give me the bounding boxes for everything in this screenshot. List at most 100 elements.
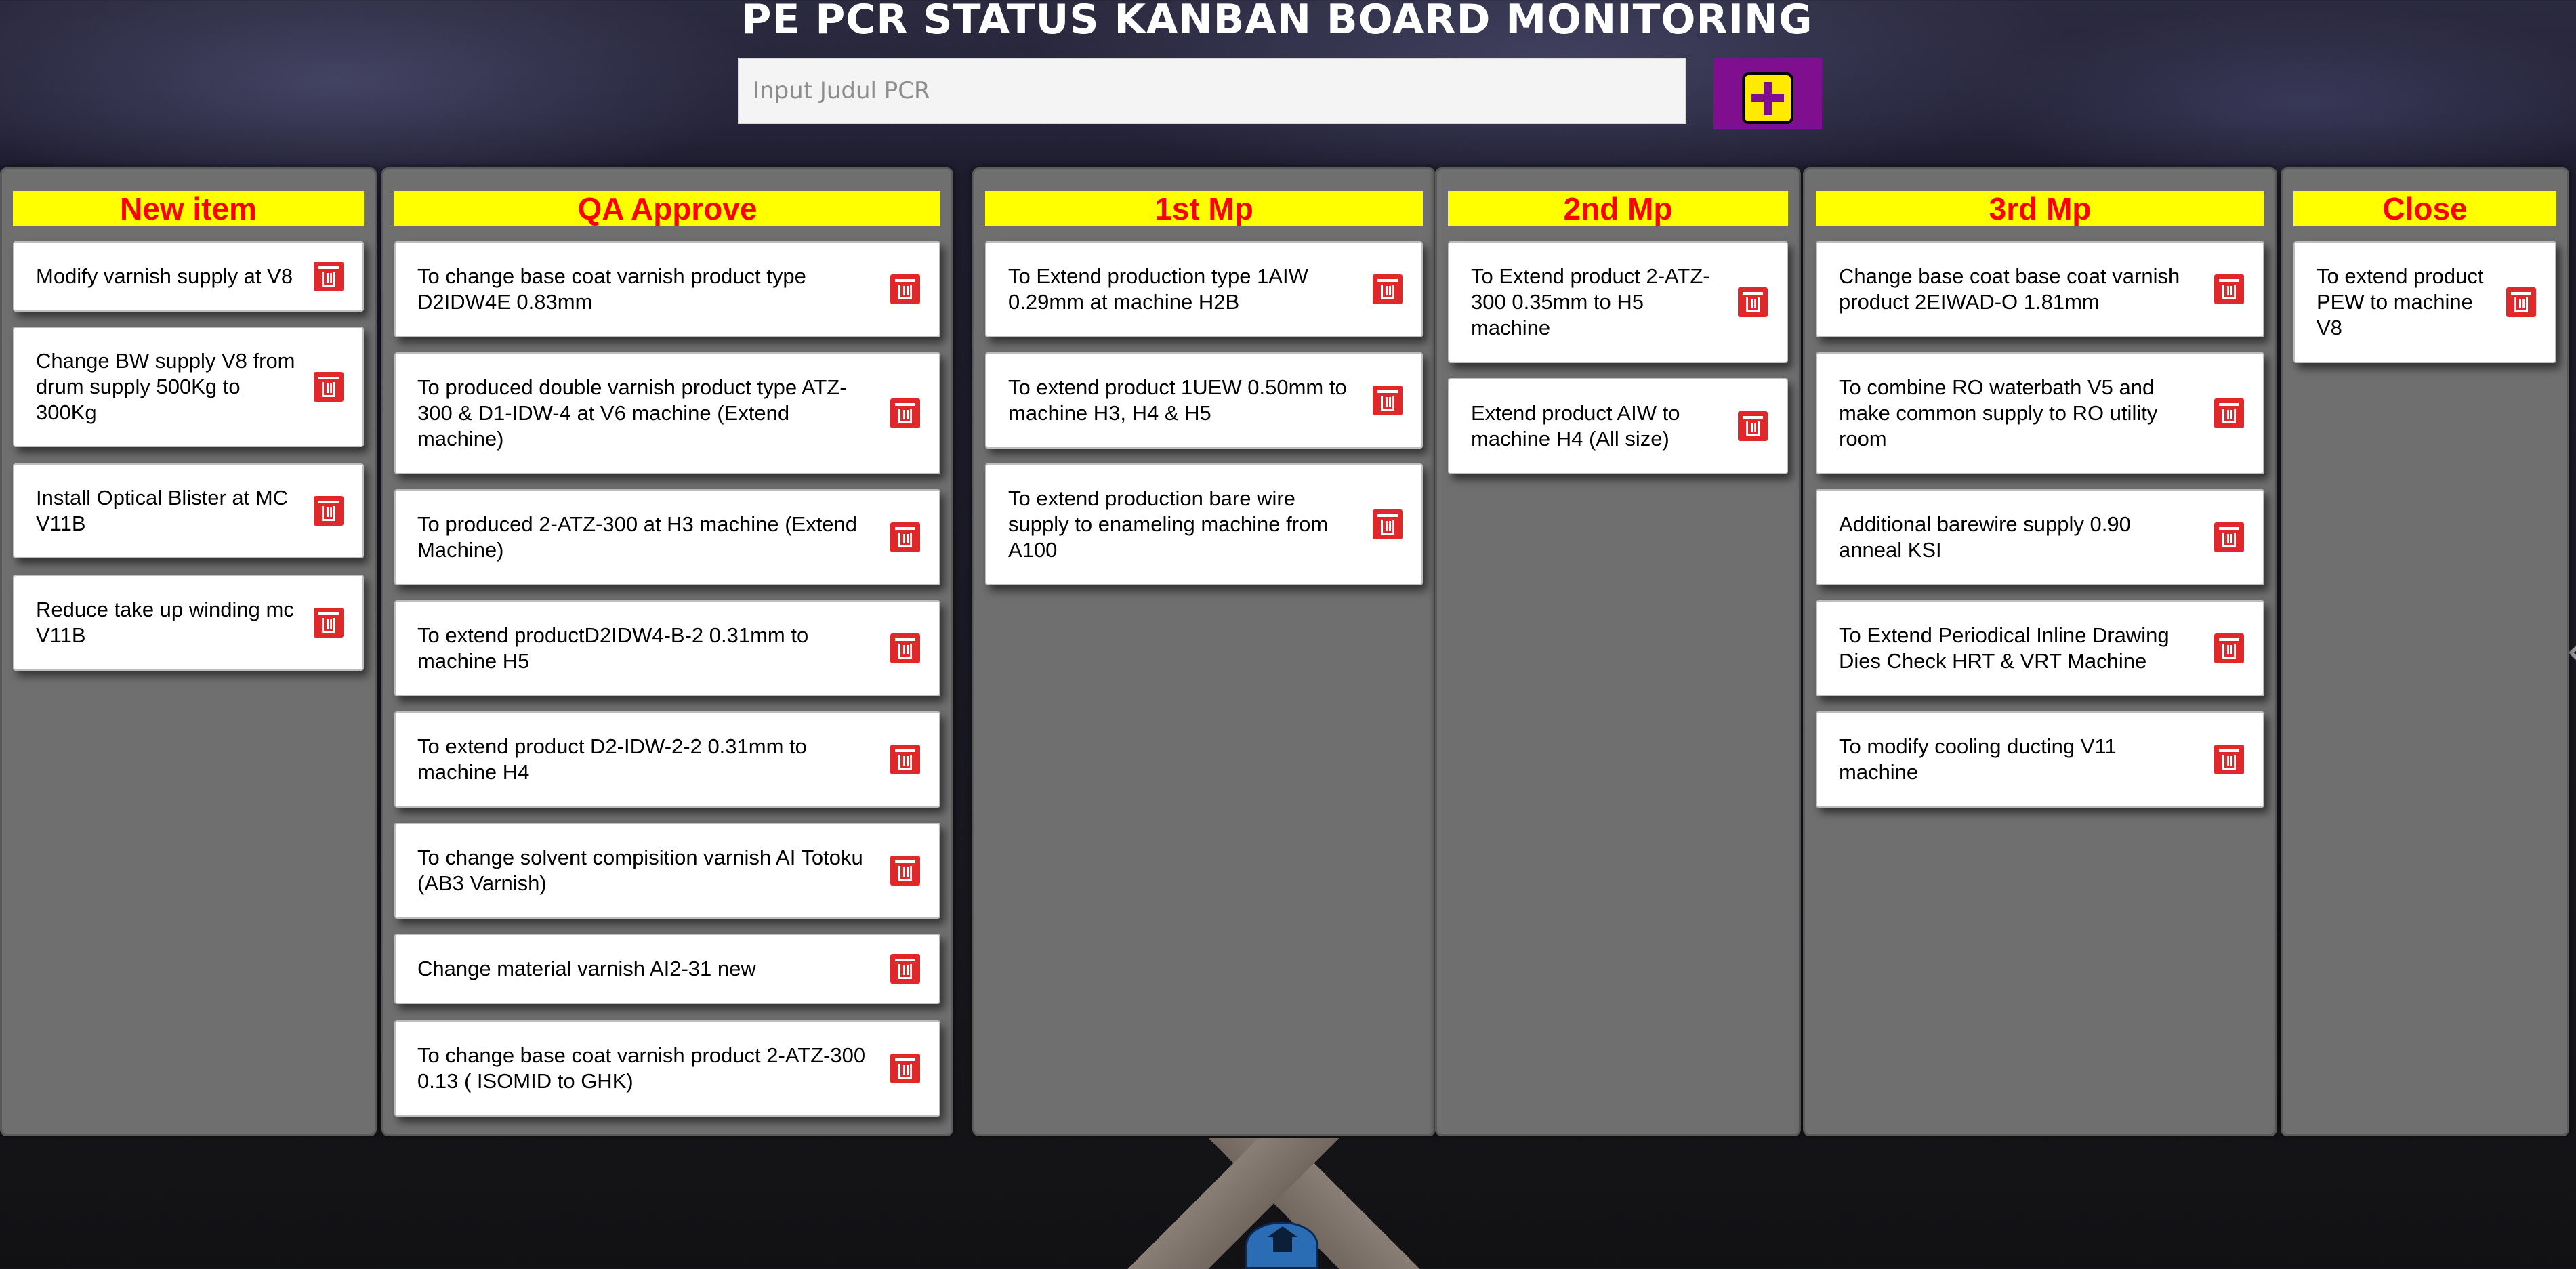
trash-icon: [1743, 292, 1763, 312]
card-text: Extend product AIW to machine H4 (All si…: [1471, 401, 1680, 451]
kanban-card[interactable]: To Extend product 2-ATZ-300 0.35mm to H5…: [1448, 241, 1788, 363]
kanban-card[interactable]: To change base coat varnish product type…: [394, 241, 940, 337]
home-button[interactable]: [1245, 1222, 1318, 1269]
card-text: To extend productD2IDW4-B-2 0.31mm to ma…: [417, 623, 809, 673]
delete-card-button[interactable]: [1738, 287, 1768, 317]
kanban-card[interactable]: To Extend production type 1AIW 0.29mm at…: [985, 241, 1423, 337]
home-icon: [1268, 1226, 1297, 1255]
trash-icon: [895, 749, 915, 770]
trash-icon: [895, 860, 915, 881]
trash-icon: [2219, 279, 2239, 299]
card-text: Change BW supply V8 from drum supply 500…: [36, 349, 295, 424]
column-1st-mp: 1st Mp To Extend production type 1AIW 0.…: [972, 167, 1436, 1136]
card-text: To extend product 1UEW 0.50mm to machine…: [1008, 375, 1347, 425]
add-pcr-button[interactable]: [1713, 58, 1822, 129]
delete-card-button[interactable]: [314, 496, 344, 526]
kanban-card[interactable]: To change base coat varnish product 2-AT…: [394, 1020, 940, 1117]
kanban-card[interactable]: To Extend Periodical Inline Drawing Dies…: [1816, 600, 2264, 696]
delete-card-button[interactable]: [2214, 274, 2244, 304]
card-text: To combine RO waterbath V5 and make comm…: [1839, 375, 2158, 451]
kanban-card[interactable]: Extend product AIW to machine H4 (All si…: [1448, 378, 1788, 474]
delete-card-button[interactable]: [314, 262, 344, 291]
kanban-board: New item Modify varnish supply at V8 Cha…: [0, 167, 2576, 1138]
column-header: Close: [2293, 191, 2556, 226]
card-text: To produced double varnish product type …: [417, 375, 847, 451]
card-text: Change material varnish AI2-31 new: [417, 957, 756, 980]
delete-card-button[interactable]: [1373, 274, 1403, 304]
delete-card-button[interactable]: [2214, 745, 2244, 774]
delete-card-button[interactable]: [2214, 522, 2244, 552]
card-text: Install Optical Blister at MC V11B: [36, 486, 289, 535]
pcr-title-input[interactable]: [738, 58, 1686, 124]
kanban-card[interactable]: Modify varnish supply at V8: [13, 241, 364, 312]
trash-icon: [2219, 527, 2239, 547]
delete-card-button[interactable]: [890, 522, 920, 552]
delete-card-button[interactable]: [2214, 633, 2244, 663]
trash-icon: [2511, 292, 2531, 312]
card-text: To change solvent compisition varnish AI…: [417, 846, 863, 895]
kanban-card[interactable]: Change material varnish AI2-31 new: [394, 934, 940, 1004]
delete-card-button[interactable]: [1738, 411, 1768, 441]
kanban-card[interactable]: To extend production bare wire supply to…: [985, 463, 1423, 585]
card-text: Change base coat base coat varnish produ…: [1839, 264, 2180, 314]
kanban-card[interactable]: To extend product 1UEW 0.50mm to machine…: [985, 352, 1423, 449]
kanban-card[interactable]: To extend product D2-IDW-2-2 0.31mm to m…: [394, 711, 940, 808]
trash-icon: [895, 403, 915, 423]
card-text: To extend product D2-IDW-2-2 0.31mm to m…: [417, 734, 807, 784]
trash-icon: [895, 279, 915, 299]
delete-card-button[interactable]: [2506, 287, 2536, 317]
kanban-card[interactable]: To extend productD2IDW4-B-2 0.31mm to ma…: [394, 600, 940, 696]
kanban-card[interactable]: To produced 2-ATZ-300 at H3 machine (Ext…: [394, 489, 940, 585]
card-text: Reduce take up winding mc V11B: [36, 598, 294, 647]
delete-card-button[interactable]: [890, 745, 920, 774]
card-text: To modify cooling ducting V11 machine: [1839, 734, 2117, 784]
trash-icon: [2219, 403, 2239, 423]
delete-card-button[interactable]: [314, 372, 344, 402]
card-text: To Extend product 2-ATZ-300 0.35mm to H5…: [1471, 264, 1710, 339]
trash-icon: [2219, 749, 2239, 770]
delete-card-button[interactable]: [1373, 509, 1403, 539]
column-header: New item: [13, 191, 364, 226]
page-title: PE PCR STATUS KANBAN BOARD MONITORING: [741, 0, 1813, 43]
delete-card-button[interactable]: [890, 856, 920, 886]
card-text: To produced 2-ATZ-300 at H3 machine (Ext…: [417, 512, 858, 562]
column-header: 3rd Mp: [1816, 191, 2264, 226]
trash-icon: [895, 527, 915, 547]
delete-card-button[interactable]: [890, 633, 920, 663]
kanban-card[interactable]: To change solvent compisition varnish AI…: [394, 823, 940, 919]
card-text: To change base coat varnish product 2-AT…: [417, 1043, 866, 1093]
column-2nd-mp: 2nd Mp To Extend product 2-ATZ-300 0.35m…: [1435, 167, 1801, 1136]
kanban-card[interactable]: Change base coat base coat varnish produ…: [1816, 241, 2264, 337]
trash-icon: [318, 266, 339, 287]
column-header: 2nd Mp: [1448, 191, 1788, 226]
column-header: 1st Mp: [985, 191, 1423, 226]
kanban-card[interactable]: Install Optical Blister at MC V11B: [13, 463, 364, 558]
card-text: Modify varnish supply at V8: [36, 264, 293, 288]
card-text: To extend product PEW to machine V8: [2317, 264, 2484, 339]
delete-card-button[interactable]: [2214, 398, 2244, 428]
plus-icon: [1742, 72, 1793, 124]
delete-card-button[interactable]: [314, 608, 344, 638]
kanban-card[interactable]: To extend product PEW to machine V8: [2293, 241, 2556, 363]
trash-icon: [895, 959, 915, 979]
card-text: To Extend production type 1AIW 0.29mm at…: [1008, 264, 1308, 314]
delete-card-button[interactable]: [1373, 386, 1403, 415]
kanban-card[interactable]: To produced double varnish product type …: [394, 352, 940, 474]
column-close: Close To extend product PEW to machine V…: [2281, 167, 2569, 1136]
kanban-card[interactable]: Additional barewire supply 0.90 anneal K…: [1816, 489, 2264, 585]
delete-card-button[interactable]: [890, 954, 920, 984]
column-3rd-mp: 3rd Mp Change base coat base coat varnis…: [1803, 167, 2277, 1136]
kanban-card[interactable]: Change BW supply V8 from drum supply 500…: [13, 327, 364, 447]
kanban-card[interactable]: To modify cooling ducting V11 machine: [1816, 711, 2264, 808]
kanban-card[interactable]: Reduce take up winding mc V11B: [13, 575, 364, 671]
trash-icon: [318, 501, 339, 521]
card-text: Additional barewire supply 0.90 anneal K…: [1839, 512, 2131, 562]
trash-icon: [2219, 638, 2239, 659]
trash-icon: [318, 377, 339, 397]
delete-card-button[interactable]: [890, 274, 920, 304]
delete-card-button[interactable]: [890, 1054, 920, 1083]
kanban-card[interactable]: To combine RO waterbath V5 and make comm…: [1816, 352, 2264, 474]
trash-icon: [1743, 416, 1763, 436]
delete-card-button[interactable]: [890, 398, 920, 428]
column-new-item: New item Modify varnish supply at V8 Cha…: [0, 167, 377, 1136]
